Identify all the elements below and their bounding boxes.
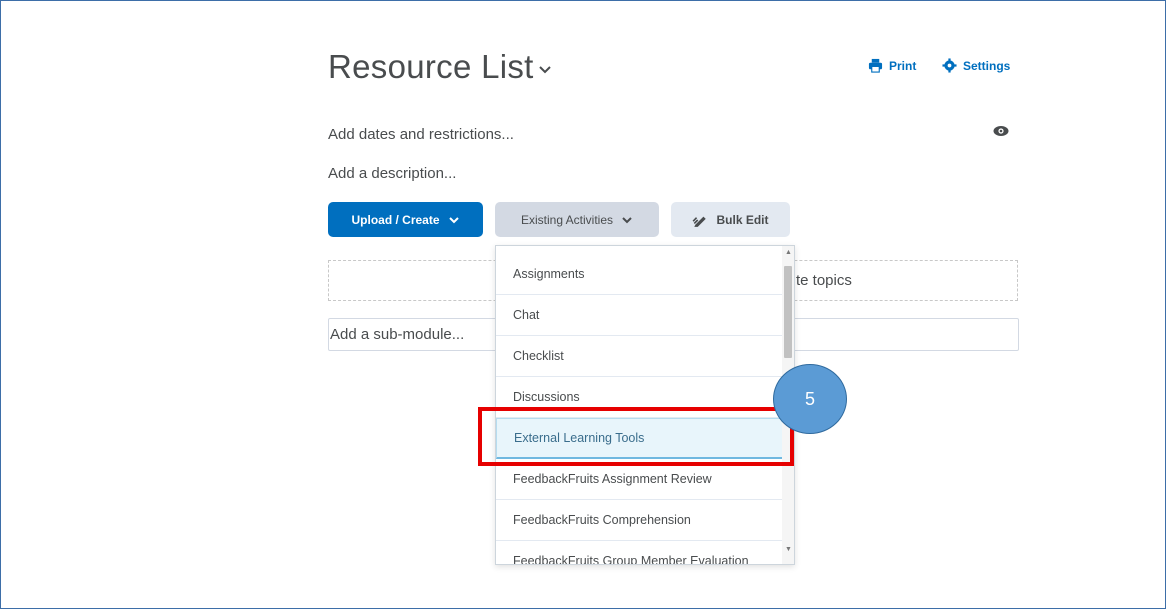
- scrollbar-thumb[interactable]: [784, 266, 792, 358]
- add-dates-link[interactable]: Add dates and restrictions...: [328, 126, 514, 143]
- visibility-eye-icon[interactable]: [993, 125, 1009, 137]
- scroll-up-arrow-icon[interactable]: ▲: [785, 249, 792, 256]
- add-description-link[interactable]: Add a description...: [328, 165, 456, 182]
- sub-module-placeholder: Add a sub-module...: [330, 326, 465, 343]
- menu-item-feedbackfruits-comprehension[interactable]: FeedbackFruits Comprehension: [496, 500, 783, 541]
- printer-icon: [868, 58, 883, 73]
- gear-icon: [942, 58, 957, 73]
- print-link[interactable]: Print: [868, 58, 916, 73]
- existing-activities-button[interactable]: Existing Activities: [495, 202, 659, 237]
- highlight-annotation-box: [478, 407, 794, 466]
- settings-link[interactable]: Settings: [942, 58, 1010, 73]
- bulk-edit-label: Bulk Edit: [716, 212, 769, 227]
- bulk-edit-button[interactable]: Bulk Edit: [671, 202, 790, 237]
- menu-item-checklist[interactable]: Checklist: [496, 336, 783, 377]
- menu-item-feedbackfruits-group-member-evaluation[interactable]: FeedbackFruits Group Member Evaluation: [496, 541, 783, 564]
- page-title: Resource List: [328, 48, 534, 85]
- title-chevron-down-icon[interactable]: [538, 62, 552, 76]
- scroll-down-arrow-icon[interactable]: ▼: [785, 546, 792, 553]
- pencil-icon: [693, 216, 707, 227]
- existing-activities-dropdown[interactable]: Assignments Chat Checklist Discussions E…: [495, 245, 795, 565]
- menu-item-assignments[interactable]: Assignments: [496, 254, 783, 295]
- menu-item-chat[interactable]: Chat: [496, 295, 783, 336]
- settings-label: Settings: [963, 58, 1011, 73]
- chevron-down-icon: [448, 216, 459, 223]
- existing-activities-label: Existing Activities: [520, 212, 614, 227]
- chevron-down-icon: [622, 216, 632, 223]
- step-number-badge: 5: [773, 364, 847, 434]
- upload-create-label: Upload / Create: [351, 212, 440, 227]
- drop-zone-text: te topics: [796, 272, 852, 289]
- upload-create-button[interactable]: Upload / Create: [328, 202, 483, 237]
- print-label: Print: [889, 58, 917, 73]
